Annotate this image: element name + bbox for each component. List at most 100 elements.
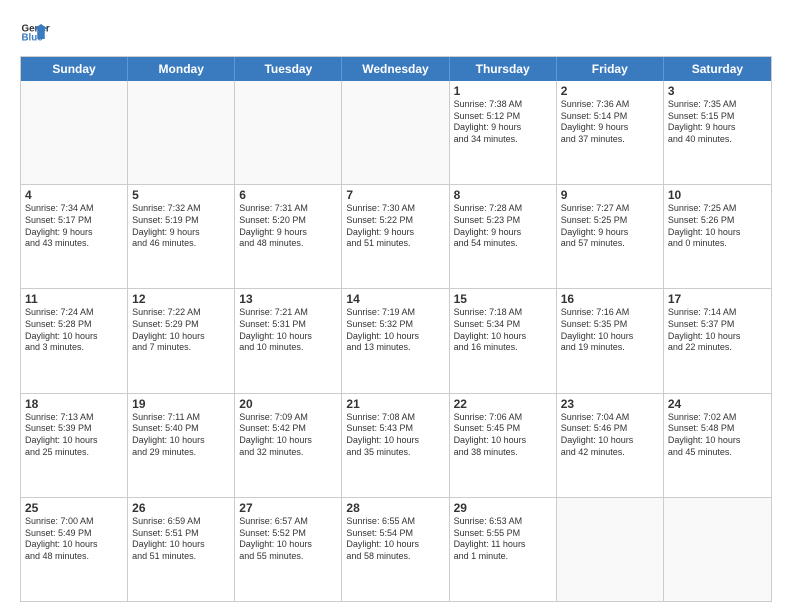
- cell-info-line: Sunset: 5:37 PM: [668, 319, 767, 331]
- cell-info-line: and 3 minutes.: [25, 342, 123, 354]
- cell-info-line: Sunrise: 7:32 AM: [132, 203, 230, 215]
- day-number: 9: [561, 188, 659, 202]
- cell-info-line: Sunset: 5:14 PM: [561, 111, 659, 123]
- day-number: 13: [239, 292, 337, 306]
- cell-info-line: Sunset: 5:23 PM: [454, 215, 552, 227]
- cell-info-line: Daylight: 9 hours: [454, 122, 552, 134]
- cell-info-line: Daylight: 10 hours: [346, 539, 444, 551]
- cell-info-line: Daylight: 10 hours: [25, 435, 123, 447]
- cell-info-line: Sunset: 5:39 PM: [25, 423, 123, 435]
- cell-info-line: and 57 minutes.: [561, 238, 659, 250]
- day-number: 22: [454, 397, 552, 411]
- cell-info-line: Daylight: 10 hours: [346, 435, 444, 447]
- cell-info-line: Daylight: 11 hours: [454, 539, 552, 551]
- calendar-cell: 23Sunrise: 7:04 AMSunset: 5:46 PMDayligh…: [557, 394, 664, 497]
- calendar-cell: [235, 81, 342, 184]
- cell-info-line: Sunrise: 7:21 AM: [239, 307, 337, 319]
- calendar-cell: 18Sunrise: 7:13 AMSunset: 5:39 PMDayligh…: [21, 394, 128, 497]
- calendar-cell: 25Sunrise: 7:00 AMSunset: 5:49 PMDayligh…: [21, 498, 128, 601]
- cell-info-line: and 48 minutes.: [239, 238, 337, 250]
- calendar-cell: 17Sunrise: 7:14 AMSunset: 5:37 PMDayligh…: [664, 289, 771, 392]
- calendar-cell: 1Sunrise: 7:38 AMSunset: 5:12 PMDaylight…: [450, 81, 557, 184]
- header-day-thursday: Thursday: [450, 57, 557, 81]
- cell-info-line: Sunset: 5:35 PM: [561, 319, 659, 331]
- calendar-cell: 6Sunrise: 7:31 AMSunset: 5:20 PMDaylight…: [235, 185, 342, 288]
- cell-info-line: and 1 minute.: [454, 551, 552, 563]
- cell-info-line: Sunrise: 6:57 AM: [239, 516, 337, 528]
- cell-info-line: Sunset: 5:54 PM: [346, 528, 444, 540]
- cell-info-line: Daylight: 10 hours: [132, 539, 230, 551]
- cell-info-line: Sunset: 5:31 PM: [239, 319, 337, 331]
- cell-info-line: Daylight: 10 hours: [239, 331, 337, 343]
- cell-info-line: Sunrise: 7:30 AM: [346, 203, 444, 215]
- day-number: 3: [668, 84, 767, 98]
- cell-info-line: Sunrise: 7:34 AM: [25, 203, 123, 215]
- cell-info-line: Daylight: 9 hours: [561, 122, 659, 134]
- day-number: 1: [454, 84, 552, 98]
- day-number: 18: [25, 397, 123, 411]
- cell-info-line: Daylight: 9 hours: [668, 122, 767, 134]
- calendar-cell: 28Sunrise: 6:55 AMSunset: 5:54 PMDayligh…: [342, 498, 449, 601]
- cell-info-line: Sunset: 5:55 PM: [454, 528, 552, 540]
- cell-info-line: Daylight: 10 hours: [454, 331, 552, 343]
- cell-info-line: Daylight: 10 hours: [132, 435, 230, 447]
- cell-info-line: Sunset: 5:19 PM: [132, 215, 230, 227]
- calendar-cell: 20Sunrise: 7:09 AMSunset: 5:42 PMDayligh…: [235, 394, 342, 497]
- cell-info-line: and 38 minutes.: [454, 447, 552, 459]
- cell-info-line: Sunset: 5:43 PM: [346, 423, 444, 435]
- cell-info-line: Sunrise: 7:19 AM: [346, 307, 444, 319]
- cell-info-line: and 13 minutes.: [346, 342, 444, 354]
- calendar-cell: 29Sunrise: 6:53 AMSunset: 5:55 PMDayligh…: [450, 498, 557, 601]
- cell-info-line: Daylight: 10 hours: [561, 435, 659, 447]
- day-number: 10: [668, 188, 767, 202]
- calendar-cell: 16Sunrise: 7:16 AMSunset: 5:35 PMDayligh…: [557, 289, 664, 392]
- cell-info-line: and 25 minutes.: [25, 447, 123, 459]
- cell-info-line: Sunset: 5:48 PM: [668, 423, 767, 435]
- day-number: 27: [239, 501, 337, 515]
- logo-icon: General Blue: [20, 18, 50, 48]
- cell-info-line: Daylight: 10 hours: [561, 331, 659, 343]
- calendar-cell: 14Sunrise: 7:19 AMSunset: 5:32 PMDayligh…: [342, 289, 449, 392]
- calendar-cell: [664, 498, 771, 601]
- cell-info-line: Sunrise: 7:18 AM: [454, 307, 552, 319]
- calendar-cell: 7Sunrise: 7:30 AMSunset: 5:22 PMDaylight…: [342, 185, 449, 288]
- calendar-header: SundayMondayTuesdayWednesdayThursdayFrid…: [21, 57, 771, 81]
- calendar-cell: 24Sunrise: 7:02 AMSunset: 5:48 PMDayligh…: [664, 394, 771, 497]
- cell-info-line: and 16 minutes.: [454, 342, 552, 354]
- calendar-cell: 3Sunrise: 7:35 AMSunset: 5:15 PMDaylight…: [664, 81, 771, 184]
- day-number: 20: [239, 397, 337, 411]
- calendar-cell: [21, 81, 128, 184]
- cell-info-line: Daylight: 10 hours: [454, 435, 552, 447]
- calendar-cell: 11Sunrise: 7:24 AMSunset: 5:28 PMDayligh…: [21, 289, 128, 392]
- day-number: 5: [132, 188, 230, 202]
- cell-info-line: and 58 minutes.: [346, 551, 444, 563]
- cell-info-line: Sunset: 5:22 PM: [346, 215, 444, 227]
- cell-info-line: Sunrise: 7:27 AM: [561, 203, 659, 215]
- day-number: 12: [132, 292, 230, 306]
- calendar-row-3: 18Sunrise: 7:13 AMSunset: 5:39 PMDayligh…: [21, 394, 771, 498]
- cell-info-line: Sunrise: 7:25 AM: [668, 203, 767, 215]
- cell-info-line: Sunset: 5:45 PM: [454, 423, 552, 435]
- header-day-wednesday: Wednesday: [342, 57, 449, 81]
- cell-info-line: Sunset: 5:51 PM: [132, 528, 230, 540]
- calendar-cell: [557, 498, 664, 601]
- calendar-cell: 8Sunrise: 7:28 AMSunset: 5:23 PMDaylight…: [450, 185, 557, 288]
- day-number: 25: [25, 501, 123, 515]
- day-number: 23: [561, 397, 659, 411]
- cell-info-line: Sunset: 5:49 PM: [25, 528, 123, 540]
- day-number: 4: [25, 188, 123, 202]
- cell-info-line: Sunrise: 7:04 AM: [561, 412, 659, 424]
- cell-info-line: Sunrise: 7:14 AM: [668, 307, 767, 319]
- cell-info-line: Sunset: 5:52 PM: [239, 528, 337, 540]
- calendar-cell: 19Sunrise: 7:11 AMSunset: 5:40 PMDayligh…: [128, 394, 235, 497]
- calendar-cell: [128, 81, 235, 184]
- calendar-cell: 27Sunrise: 6:57 AMSunset: 5:52 PMDayligh…: [235, 498, 342, 601]
- header-day-friday: Friday: [557, 57, 664, 81]
- cell-info-line: Sunrise: 6:55 AM: [346, 516, 444, 528]
- cell-info-line: and 19 minutes.: [561, 342, 659, 354]
- cell-info-line: Sunrise: 7:02 AM: [668, 412, 767, 424]
- cell-info-line: and 32 minutes.: [239, 447, 337, 459]
- calendar: SundayMondayTuesdayWednesdayThursdayFrid…: [20, 56, 772, 602]
- cell-info-line: Daylight: 10 hours: [668, 331, 767, 343]
- cell-info-line: and 43 minutes.: [25, 238, 123, 250]
